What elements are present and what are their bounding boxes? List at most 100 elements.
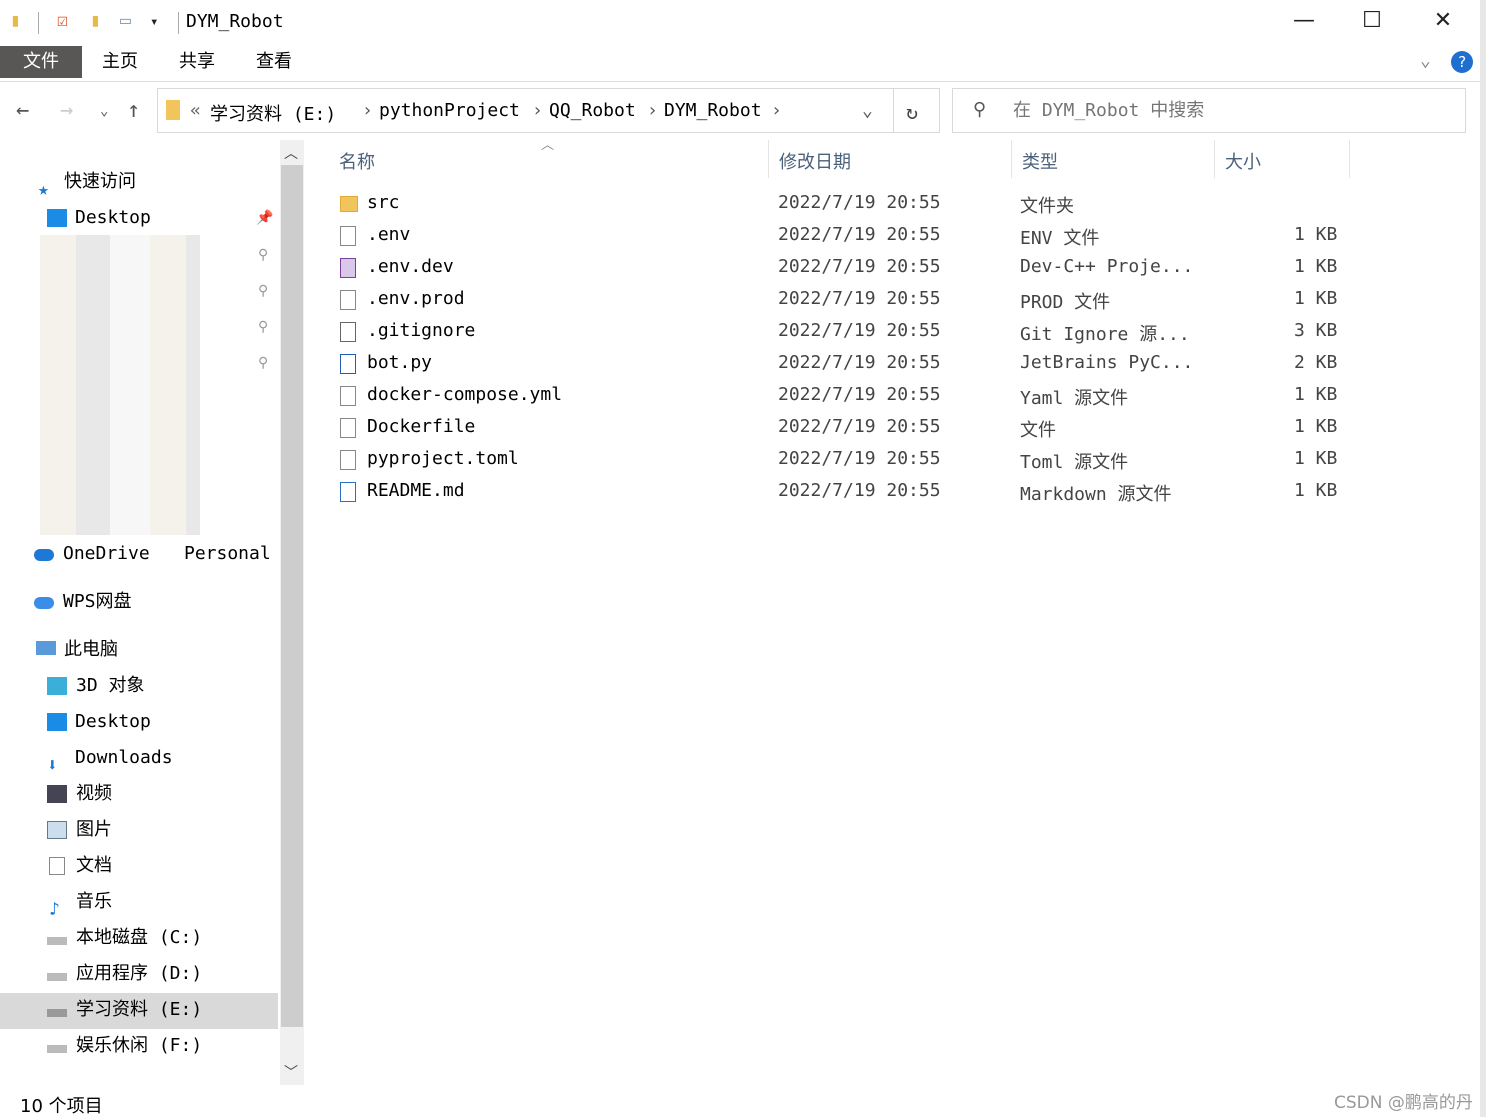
sidebar-item-desktop-pc[interactable]: Desktop bbox=[0, 705, 278, 739]
gear-file-icon bbox=[340, 322, 356, 342]
status-item-count: 10 个项目 bbox=[20, 1096, 103, 1117]
maximize-button[interactable]: ☐ bbox=[1352, 8, 1392, 38]
column-header-type[interactable]: 类型 bbox=[1022, 148, 1058, 173]
file-row[interactable]: .env.prod 2022/7/19 20:55 PROD 文件 1 KB bbox=[330, 284, 1350, 316]
sidebar-item-music[interactable]: ♪ 音乐 bbox=[0, 885, 278, 920]
back-button[interactable]: ← bbox=[16, 98, 29, 123]
recent-locations-icon[interactable]: ⌄ bbox=[100, 103, 108, 119]
sidebar-item-quick-access[interactable]: ★ 快速访问 bbox=[0, 165, 278, 200]
file-name: src bbox=[367, 192, 400, 213]
address-history-dropdown[interactable]: ⌄ bbox=[862, 100, 873, 121]
close-button[interactable]: ✕ bbox=[1423, 8, 1463, 38]
overflow-chevron[interactable]: « bbox=[190, 100, 201, 121]
devcpp-icon bbox=[340, 258, 356, 278]
sidebar-item-drive-f[interactable]: 娱乐休闲 (F:) bbox=[0, 1029, 278, 1063]
file-row[interactable]: .env.dev 2022/7/19 20:55 Dev-C++ Proje... 1… bbox=[330, 252, 1350, 284]
tab-view[interactable]: 查看 bbox=[234, 46, 314, 78]
file-icon bbox=[340, 418, 356, 438]
sidebar-item-videos[interactable]: 视频 bbox=[0, 777, 278, 811]
window-title: DYM_Robot bbox=[186, 11, 284, 32]
pin-icon[interactable]: ⚲ bbox=[258, 355, 268, 371]
properties-icon[interactable]: ☑ bbox=[57, 10, 68, 36]
file-row[interactable]: src 2022/7/19 20:55 文件夹 bbox=[330, 188, 1350, 220]
sidebar-item-desktop[interactable]: Desktop 📌 bbox=[0, 201, 278, 235]
file-row[interactable]: Dockerfile 2022/7/19 20:55 文件 1 KB bbox=[330, 412, 1350, 444]
text-file-icon bbox=[340, 450, 356, 470]
file-row[interactable]: .env 2022/7/19 20:55 ENV 文件 1 KB bbox=[330, 220, 1350, 252]
chevron-right-icon[interactable]: › bbox=[771, 100, 782, 121]
refresh-button[interactable]: ↻ bbox=[906, 100, 918, 124]
divider bbox=[1349, 140, 1350, 178]
file-row[interactable]: README.md 2022/7/19 20:55 Markdown 源文件 1 KB bbox=[330, 476, 1350, 508]
scrollbar-thumb[interactable] bbox=[281, 165, 303, 1027]
ribbon: 文件 主页 共享 查看 ⌄ ? bbox=[0, 46, 1480, 82]
address-bar[interactable]: « 学习资料 (E:) › pythonProject › QQ_Robot ›… bbox=[157, 88, 940, 133]
column-header-date[interactable]: 修改日期 bbox=[779, 148, 851, 173]
tab-home[interactable]: 主页 bbox=[80, 46, 160, 78]
watermark: CSDN @鹏高的丹 bbox=[1334, 1093, 1473, 1113]
sort-ascending-icon: ︿ bbox=[541, 138, 555, 153]
file-type: PROD 文件 bbox=[1020, 292, 1111, 313]
minimize-button[interactable]: — bbox=[1284, 8, 1324, 38]
file-date: 2022/7/19 20:55 bbox=[778, 256, 941, 277]
file-row[interactable]: pyproject.toml 2022/7/19 20:55 Toml 源文件 1 K… bbox=[330, 444, 1350, 476]
file-name: .env.prod bbox=[367, 288, 465, 309]
cloud-icon bbox=[34, 549, 54, 561]
file-date: 2022/7/19 20:55 bbox=[778, 288, 941, 309]
file-row[interactable]: docker-compose.yml 2022/7/19 20:55 Yaml 源文… bbox=[330, 380, 1350, 412]
file-size: 1 KB bbox=[1294, 256, 1338, 277]
column-header-size[interactable]: 大小 bbox=[1225, 148, 1261, 173]
pin-icon[interactable]: 📌 bbox=[256, 201, 273, 235]
search-input[interactable] bbox=[1013, 97, 1453, 123]
file-size: 1 KB bbox=[1294, 448, 1338, 469]
sidebar-item-onedrive[interactable]: OneDrive Personal bbox=[0, 537, 278, 571]
divider bbox=[1214, 140, 1215, 178]
pin-icon[interactable]: ⚲ bbox=[258, 319, 268, 335]
up-button[interactable]: ↑ bbox=[127, 98, 140, 123]
customize-toolbar-icon[interactable]: ▾ bbox=[150, 14, 158, 40]
new-folder-icon[interactable]: ▮ bbox=[90, 10, 101, 36]
file-date: 2022/7/19 20:55 bbox=[778, 224, 941, 245]
sidebar-item-wps[interactable]: WPS网盘 bbox=[0, 585, 278, 619]
forward-button[interactable]: → bbox=[60, 98, 73, 123]
pin-icon[interactable]: ⚲ bbox=[258, 283, 268, 299]
scroll-up-icon[interactable]: ︿ bbox=[284, 143, 298, 163]
tab-file[interactable]: 文件 bbox=[0, 46, 82, 78]
breadcrumb-dym-robot[interactable]: DYM_Robot bbox=[664, 100, 762, 121]
rename-icon[interactable]: ▭ bbox=[120, 10, 131, 36]
file-row[interactable]: bot.py 2022/7/19 20:55 JetBrains PyC... 2 K… bbox=[330, 348, 1350, 380]
sidebar-item-pictures[interactable]: 图片 bbox=[0, 813, 278, 847]
sidebar-item-documents[interactable]: 文档 bbox=[0, 849, 278, 883]
sidebar-item-downloads[interactable]: ⬇ Downloads bbox=[0, 741, 278, 776]
file-name: .env bbox=[367, 224, 411, 245]
chevron-right-icon[interactable]: › bbox=[647, 100, 658, 121]
python-file-icon bbox=[340, 354, 356, 374]
folder-icon bbox=[166, 100, 180, 120]
drive-icon bbox=[47, 1045, 67, 1053]
pin-icon[interactable]: ⚲ bbox=[258, 247, 268, 263]
tab-share[interactable]: 共享 bbox=[157, 46, 237, 78]
sidebar-item-this-pc[interactable]: 此电脑 bbox=[0, 633, 278, 667]
file-size: 2 KB bbox=[1294, 352, 1338, 373]
sidebar-item-3d-objects[interactable]: 3D 对象 bbox=[0, 669, 278, 703]
sidebar-item-drive-d[interactable]: 应用程序 (D:) bbox=[0, 957, 278, 991]
cube-icon bbox=[47, 677, 67, 695]
breadcrumb-qq-robot[interactable]: QQ_Robot bbox=[549, 100, 636, 121]
breadcrumb-drive-e[interactable]: 学习资料 (E:) bbox=[210, 100, 336, 126]
search-icon: ⚲ bbox=[973, 99, 987, 120]
chevron-right-icon[interactable]: › bbox=[532, 100, 543, 121]
file-size: 1 KB bbox=[1294, 288, 1338, 309]
sidebar-item-drive-e[interactable]: 学习资料 (E:) bbox=[0, 993, 278, 1029]
file-row[interactable]: .gitignore 2022/7/19 20:55 Git Ignore 源...… bbox=[330, 316, 1350, 348]
breadcrumb-pythonproject[interactable]: pythonProject bbox=[379, 100, 520, 121]
scroll-down-icon[interactable]: ﹀ bbox=[284, 1062, 298, 1082]
window-edge bbox=[1480, 0, 1486, 1117]
drive-icon bbox=[47, 1009, 67, 1017]
column-header-name[interactable]: 名称 bbox=[339, 148, 375, 173]
expand-ribbon-icon[interactable]: ⌄ bbox=[1420, 50, 1431, 71]
chevron-right-icon[interactable]: › bbox=[362, 100, 373, 121]
divider bbox=[178, 12, 179, 34]
search-box[interactable]: ⚲ bbox=[952, 88, 1466, 133]
help-icon[interactable]: ? bbox=[1451, 51, 1473, 73]
sidebar-item-drive-c[interactable]: 本地磁盘 (C:) bbox=[0, 921, 278, 955]
